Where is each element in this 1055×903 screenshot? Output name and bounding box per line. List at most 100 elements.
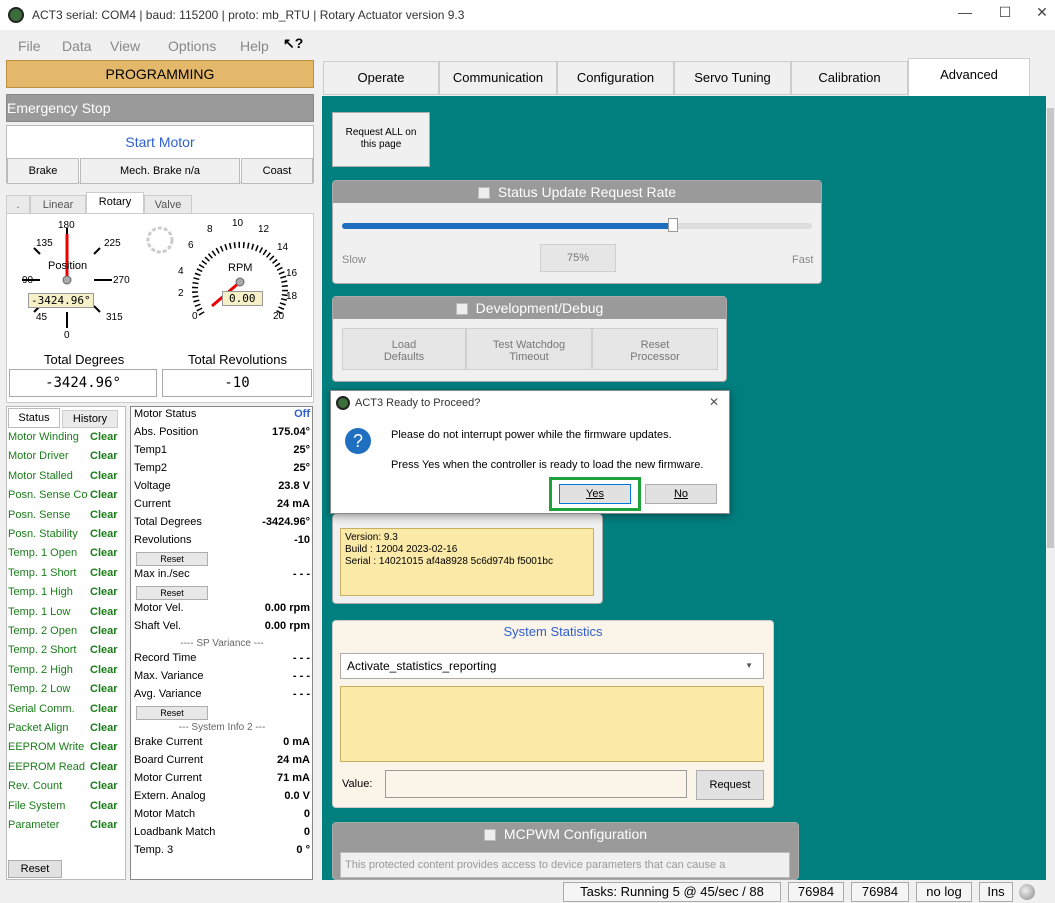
programming-button[interactable]: PROGRAMMING <box>6 60 314 88</box>
menu-help[interactable]: Help <box>240 38 269 54</box>
tab-rotary[interactable]: Rotary <box>86 192 144 215</box>
metric-reset-button[interactable]: Reset <box>136 552 208 566</box>
rpm-tick-10: 10 <box>232 218 244 229</box>
status-name: Packet Align <box>8 722 69 734</box>
metric-name: Shaft Vel. <box>134 620 182 632</box>
position-tick-0: 0 <box>64 330 70 341</box>
metric-row: Shaft Vel. 0.00 rpm <box>134 620 310 638</box>
tab-operate[interactable]: Operate <box>323 61 439 95</box>
metric-reset-button[interactable]: Reset <box>136 586 208 600</box>
vertical-scrollbar[interactable] <box>1046 96 1055 880</box>
metric-value: 0 mA <box>283 736 310 748</box>
yes-button[interactable]: Yes <box>559 484 631 504</box>
dev-debug-title: Development/Debug <box>475 300 604 316</box>
tab-dot[interactable]: . <box>6 195 30 215</box>
position-tick-225: 225 <box>104 238 121 249</box>
rpm-gauge-value: 0.00 <box>222 291 263 306</box>
brake-button[interactable]: Brake <box>7 158 79 184</box>
request-all-button[interactable]: Request ALL on this page <box>332 112 430 167</box>
menu-options[interactable]: Options <box>168 38 216 54</box>
status-name: Posn. Stability <box>8 528 78 540</box>
stats-select-value: Activate_statistics_reporting <box>347 659 497 673</box>
maximize-button[interactable]: ☐ <box>985 4 1025 26</box>
metric-value: - - - <box>292 652 310 664</box>
menu-data[interactable]: Data <box>62 38 92 54</box>
motor-status-header: Motor Status Off <box>134 408 310 426</box>
status-rate-checkbox[interactable] <box>477 187 490 200</box>
tab-servo-tuning[interactable]: Servo Tuning <box>674 61 791 95</box>
status-rate-value: 75% <box>540 244 616 272</box>
metric-value: 0.0 V <box>284 790 310 802</box>
value-field[interactable] <box>385 770 687 798</box>
metric-value: 0.00 rpm <box>264 620 310 632</box>
coast-button[interactable]: Coast <box>241 158 313 184</box>
no-button[interactable]: No <box>645 484 717 504</box>
tab-advanced[interactable]: Advanced <box>908 58 1030 96</box>
status-name: Serial Comm. <box>8 702 75 715</box>
status-value: Clear <box>90 625 118 637</box>
metric-value: 24 mA <box>276 498 310 510</box>
status-row: Packet Align Clear <box>8 722 118 741</box>
test-watchdog-button[interactable]: Test Watchdog Timeout <box>466 328 592 370</box>
tab-configuration[interactable]: Configuration <box>557 61 674 95</box>
status-value: Clear <box>90 780 118 793</box>
reset-processor-button[interactable]: Reset Processor <box>592 328 718 370</box>
dialog-close-button[interactable]: ✕ <box>709 395 719 409</box>
metric-row: Brake Current 0 mA <box>134 736 310 754</box>
status-reset-button[interactable]: Reset <box>8 860 62 878</box>
rpm-tick-6: 6 <box>188 240 194 251</box>
metric-row: Current 24 mA <box>134 498 310 516</box>
stats-select[interactable]: Activate_statistics_reporting ▼ <box>340 653 764 679</box>
status-name: EEPROM Write <box>8 741 85 754</box>
menu-file[interactable]: File <box>18 38 41 54</box>
log-status: no log <box>916 882 972 902</box>
metric-row: Temp. 3 0 ° <box>134 844 310 862</box>
rpm-tick-12: 12 <box>258 224 270 235</box>
minimize-button[interactable]: — <box>945 4 985 26</box>
metric-value: 71 mA <box>276 772 310 784</box>
tab-valve[interactable]: Valve <box>144 195 192 215</box>
metric-name: Brake Current <box>134 736 203 748</box>
request-button[interactable]: Request <box>696 770 764 800</box>
tab-calibration[interactable]: Calibration <box>791 61 908 95</box>
menu-view[interactable]: View <box>110 38 140 54</box>
load-defaults-button[interactable]: Load Defaults <box>342 328 466 370</box>
ins-status: Ins <box>979 882 1013 902</box>
status-name: Temp. 2 High <box>8 663 73 676</box>
question-icon: ? <box>345 428 371 454</box>
rpm-tick-14: 14 <box>277 242 289 253</box>
tab-linear[interactable]: Linear <box>30 195 86 215</box>
dev-debug-checkbox[interactable] <box>455 303 468 316</box>
tab-status[interactable]: Status <box>8 408 60 428</box>
metric-reset-button[interactable]: Reset <box>136 706 208 720</box>
metric-row: Temp1 25° <box>134 444 310 462</box>
start-motor-button[interactable]: Start Motor <box>7 128 313 156</box>
status-value: Clear <box>90 431 118 443</box>
metric-value: 24 mA <box>276 754 310 766</box>
metric-value: -10 <box>294 534 310 546</box>
mech-brake-button[interactable]: Mech. Brake n/a <box>80 158 240 184</box>
status-rate-slider[interactable] <box>342 223 812 229</box>
tab-history[interactable]: History <box>62 410 118 428</box>
rpm-gauge-label: RPM <box>228 262 253 274</box>
status-row: Temp. 2 Open Clear <box>8 625 118 644</box>
status-row: Rev. Count Clear <box>8 780 118 799</box>
mcpwm-checkbox[interactable] <box>483 829 496 842</box>
position-gauge-value: -3424.96° <box>28 293 94 308</box>
metric-row: Avg. Variance - - - <box>134 688 310 706</box>
metric-name: Extern. Analog <box>134 790 206 802</box>
status-name: Parameter <box>8 819 60 831</box>
status-rate-slider-handle[interactable] <box>667 218 678 232</box>
metric-value: 25° <box>293 444 310 456</box>
chevron-down-icon: ▼ <box>745 661 753 670</box>
whats-this-icon[interactable]: ↖? <box>283 35 303 52</box>
close-button[interactable]: ✕ <box>1022 4 1055 26</box>
sp-variance-header: ---- SP Variance --- <box>180 638 264 649</box>
tab-communication[interactable]: Communication <box>439 61 557 95</box>
status-rate-title: Status Update Request Rate <box>497 184 677 200</box>
emergency-stop-button[interactable]: Emergency Stop <box>6 94 314 122</box>
scrollbar-thumb[interactable] <box>1047 108 1054 548</box>
status-name: Posn. Sense Co <box>8 489 88 502</box>
status-row: Serial Comm. Clear <box>8 702 118 722</box>
status-row: Posn. Stability Clear <box>8 528 118 547</box>
